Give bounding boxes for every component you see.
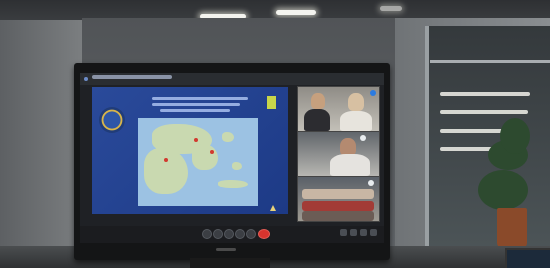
- land-mass: [222, 132, 234, 142]
- group-row: [302, 201, 374, 211]
- slide-accent-bar: [267, 96, 276, 109]
- participant-body: [340, 111, 372, 131]
- seal-icon: [99, 107, 125, 133]
- participant-status-icon: [370, 90, 376, 96]
- tv-stand: [190, 258, 270, 268]
- land-mass: [144, 148, 188, 194]
- ceiling-light: [276, 10, 316, 15]
- info-icon[interactable]: [340, 229, 347, 236]
- map-greece: [138, 118, 258, 206]
- plant-pot: [497, 208, 527, 248]
- window-reflection: [440, 110, 528, 114]
- window: [425, 26, 550, 246]
- window-frame: [430, 60, 550, 63]
- participant-tile[interactable]: [297, 176, 380, 222]
- map-pin-icon: [210, 150, 214, 154]
- slide-heading-line: [160, 109, 230, 112]
- end-call-button[interactable]: [258, 229, 270, 239]
- chat-icon[interactable]: [360, 229, 367, 236]
- cursor-icon: [270, 205, 276, 211]
- wall-left: [0, 20, 82, 268]
- share-button[interactable]: [246, 229, 256, 239]
- group-row: [302, 211, 374, 221]
- land-mass: [218, 180, 248, 188]
- participant-status-icon: [368, 180, 374, 186]
- slide-heading-line: [152, 103, 240, 106]
- mic-icon: [360, 135, 366, 141]
- map-pin-icon: [164, 158, 168, 162]
- participant-tile[interactable]: [297, 86, 380, 132]
- window-reflection: [440, 92, 530, 96]
- land-mass: [192, 144, 218, 170]
- plant: [478, 170, 528, 210]
- mic-button[interactable]: [224, 229, 234, 239]
- participant-face: [311, 93, 325, 109]
- land-mass: [232, 162, 242, 170]
- photo-scene: [0, 0, 550, 268]
- people-icon[interactable]: [350, 229, 357, 236]
- meeting-icon: [84, 77, 88, 81]
- participant-body: [304, 109, 330, 131]
- participant-tile[interactable]: [297, 131, 380, 177]
- map-pin-icon: [194, 138, 198, 142]
- participant-body: [330, 154, 370, 176]
- tv-logo: [216, 248, 236, 251]
- group-row: [302, 189, 374, 199]
- ceiling-light: [380, 6, 402, 11]
- activities-icon[interactable]: [370, 229, 377, 236]
- slide-heading-line: [152, 97, 248, 100]
- chat-button[interactable]: [202, 229, 212, 239]
- monitor: [505, 248, 550, 268]
- plant: [500, 118, 530, 154]
- participant-face: [348, 93, 364, 111]
- meeting-title: [92, 75, 172, 79]
- reactions-button[interactable]: [213, 229, 223, 239]
- camera-button[interactable]: [235, 229, 245, 239]
